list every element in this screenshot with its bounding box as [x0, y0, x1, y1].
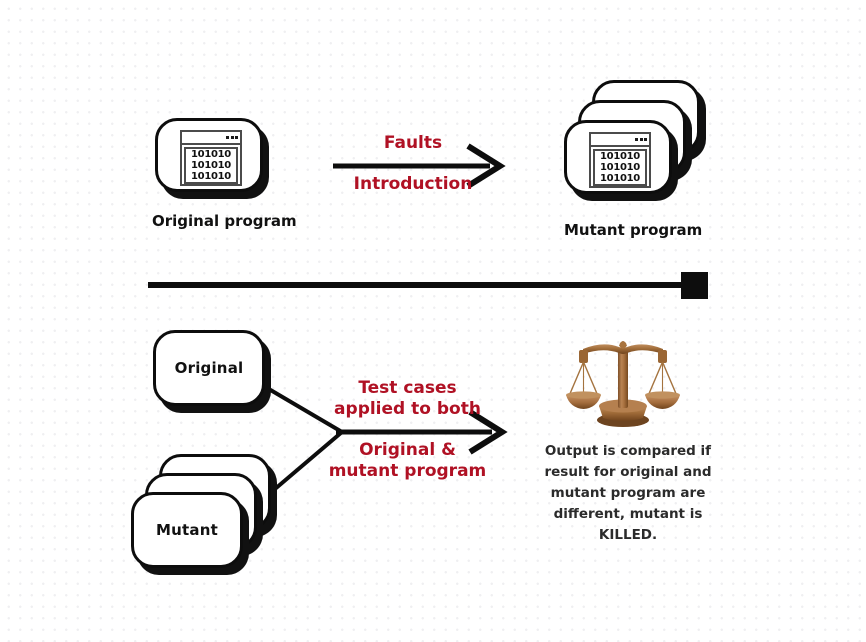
original-box[interactable]: Original — [153, 330, 265, 406]
code-window-icon: 101010 101010 101010 — [589, 132, 651, 188]
mutant-box-front[interactable]: Mutant — [131, 492, 243, 568]
diagram-vector-layer — [148, 143, 708, 502]
faults-label: Faults — [383, 133, 443, 153]
result-description: Output is compared if result for origina… — [544, 443, 712, 543]
balance-scales-icon — [566, 341, 680, 427]
diagram-canvas: 101010 101010 101010 Original program Fa… — [0, 0, 866, 642]
code-line: 101010 — [191, 149, 231, 160]
window-button-dot — [639, 138, 643, 141]
section-divider — [148, 272, 708, 299]
test-cases-label-line-2: applied to both — [334, 399, 481, 419]
code-line: 101010 — [191, 160, 231, 171]
window-button-dot — [235, 136, 238, 139]
code-line: 101010 — [600, 162, 640, 173]
introduction-label: Introduction — [353, 174, 473, 194]
window-titlebar — [591, 134, 649, 147]
mutant-box-label: Mutant — [156, 521, 218, 539]
window-button-dot — [635, 138, 638, 141]
window-titlebar — [182, 132, 240, 145]
diagram-content-layer: 101010 101010 101010 Original program Fa… — [0, 0, 866, 642]
test-cases-label-line-1: Test cases — [358, 378, 457, 398]
code-line: 101010 — [600, 173, 640, 184]
code-area: 101010 101010 101010 — [184, 147, 238, 184]
code-line: 101010 — [600, 151, 640, 162]
code-window-icon: 101010 101010 101010 — [180, 130, 242, 186]
window-button-dot — [644, 138, 647, 141]
window-button-dot — [230, 136, 234, 139]
original-program-label: Original program — [152, 212, 297, 230]
original-mutant-label-line-1: Original & — [359, 440, 456, 460]
original-box-label: Original — [174, 359, 244, 377]
mutant-program-box-front[interactable]: 101010 101010 101010 — [564, 120, 672, 194]
window-button-dot — [226, 136, 229, 139]
code-area: 101010 101010 101010 — [593, 149, 647, 186]
original-program-box[interactable]: 101010 101010 101010 — [155, 118, 263, 192]
divider-end-square — [681, 272, 708, 299]
mutant-program-label: Mutant program — [564, 221, 703, 239]
original-mutant-label-line-2: mutant program — [328, 461, 487, 481]
code-line: 101010 — [191, 171, 231, 182]
